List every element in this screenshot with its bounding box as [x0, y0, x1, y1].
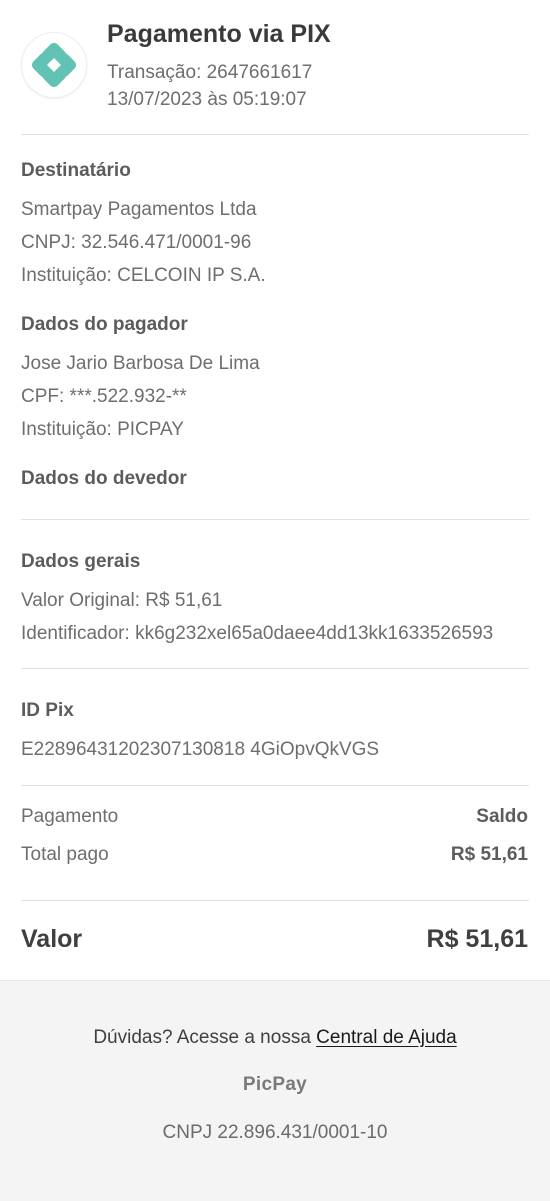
divider	[21, 668, 529, 669]
divider	[21, 134, 529, 135]
receipt-footer: Dúvidas? Acesse a nossa Central de Ajuda…	[0, 980, 550, 1201]
help-text: Dúvidas? Acesse a nossa	[93, 1027, 317, 1048]
help-center-link[interactable]: Central de Ajuda	[316, 1027, 457, 1048]
transaction-identifier: Identificador: kk6g232xel65a0daee4dd13kk…	[21, 623, 494, 644]
recipient-name: Smartpay Pagamentos Ltda	[21, 199, 257, 220]
help-line: Dúvidas? Acesse a nossa Central de Ajuda	[0, 1027, 550, 1049]
amount-label: Valor	[21, 925, 83, 953]
page-title: Pagamento via PIX	[107, 20, 331, 48]
receipt-header: Pagamento via PIX Transação: 2647661617 …	[0, 0, 550, 134]
general-title: Dados gerais	[21, 551, 141, 572]
recipient-title: Destinatário	[21, 160, 131, 181]
original-value: Valor Original: R$ 51,61	[21, 590, 223, 611]
pix-id-title: ID Pix	[21, 700, 74, 721]
divider	[21, 900, 529, 901]
payment-method-value: Saldo	[476, 806, 528, 827]
divider	[21, 519, 529, 520]
payer-title: Dados do pagador	[21, 314, 188, 335]
recipient-document: CNPJ: 32.546.471/0001-96	[21, 232, 252, 253]
transaction-datetime: 13/07/2023 às 05:19:07	[107, 89, 307, 110]
payment-method-label: Pagamento	[21, 806, 119, 827]
payer-institution: Instituição: PICPAY	[21, 419, 184, 440]
total-paid-label: Total pago	[21, 844, 109, 865]
pix-id-value: E22896431202307130818 4GiOpvQkVGS	[21, 739, 380, 760]
recipient-institution: Instituição: CELCOIN IP S.A.	[21, 265, 266, 286]
amount-value: R$ 51,61	[426, 925, 528, 953]
transaction-id: Transação: 2647661617	[107, 62, 313, 83]
pix-logo-icon	[22, 33, 86, 97]
divider	[21, 785, 529, 786]
payer-name: Jose Jario Barbosa De Lima	[21, 353, 260, 374]
company-cnpj: CNPJ 22.896.431/0001-10	[162, 1122, 388, 1143]
picpay-logo: PicPay	[242, 1074, 308, 1095]
debtor-title: Dados do devedor	[21, 468, 187, 489]
total-paid-value: R$ 51,61	[450, 844, 528, 865]
payer-document: CPF: ***.522.932-**	[21, 386, 187, 407]
receipt: Pagamento via PIX Transação: 2647661617 …	[0, 0, 550, 980]
